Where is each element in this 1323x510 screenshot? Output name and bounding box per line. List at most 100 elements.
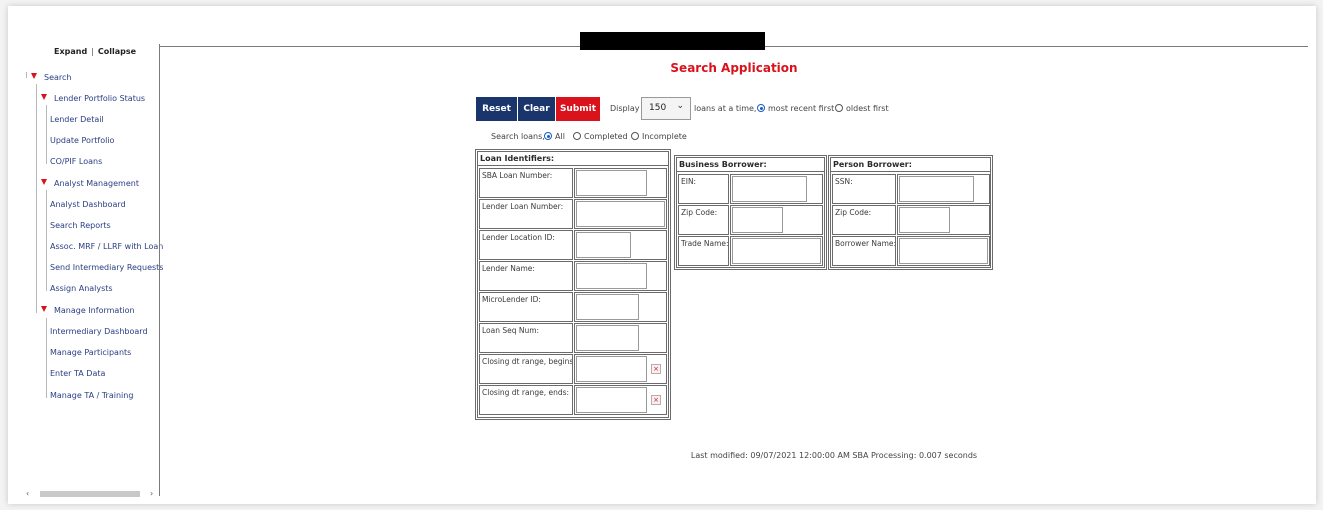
page-title: Search Application — [670, 61, 798, 75]
closing-begins-input[interactable] — [576, 356, 647, 382]
oldest-label[interactable]: oldest first — [846, 104, 889, 113]
lender-location-id-input[interactable] — [576, 232, 631, 258]
filter-all-radio[interactable] — [544, 132, 552, 140]
tree-item-lender-portfolio-status[interactable]: Lender Portfolio Status — [54, 94, 145, 103]
input-cell: × — [574, 354, 667, 384]
ein-label: EIN: — [678, 174, 729, 204]
closing-ends-input[interactable] — [576, 387, 647, 413]
input-cell — [574, 199, 667, 229]
scrollbar-thumb[interactable] — [40, 491, 140, 497]
input-cell — [730, 205, 823, 235]
lender-location-id-label: Lender Location ID: — [479, 230, 573, 260]
borrower-name-label: Borrower Name: — [832, 236, 896, 266]
input-cell — [897, 205, 990, 235]
clear-button[interactable]: Clear — [518, 97, 555, 121]
tree-item-co-pif-loans[interactable]: CO/PIF Loans — [50, 157, 102, 166]
most-recent-label[interactable]: most recent first — [768, 104, 834, 113]
filter-completed-radio[interactable] — [573, 132, 581, 140]
lender-loan-number-label: Lender Loan Number: — [479, 199, 573, 229]
tree-item-lender-detail[interactable]: Lender Detail — [50, 115, 104, 124]
display-label: Display — [610, 104, 640, 113]
sidebar-nav: Expand | Collapse Search Lender Portfolio … — [8, 6, 168, 504]
trade-name-label: Trade Name: — [678, 236, 729, 266]
loans-at-time-label: loans at a time, — [694, 104, 757, 113]
tree-item-search[interactable]: Search — [44, 73, 71, 82]
footer-status: Last modified: 09/07/2021 12:00:00 AM SB… — [690, 451, 978, 460]
sidebar-divider — [159, 44, 160, 496]
scroll-right-icon[interactable]: › — [150, 489, 153, 498]
business-borrower-header: Business Borrower: — [679, 160, 767, 169]
input-cell — [574, 230, 667, 260]
input-cell — [574, 323, 667, 353]
loan-seq-num-label: Loan Seq Num: — [479, 323, 573, 353]
triangle-down-icon[interactable] — [41, 306, 47, 312]
tree-line — [46, 190, 47, 291]
triangle-down-icon[interactable] — [41, 94, 47, 100]
lender-name-input[interactable] — [576, 263, 647, 289]
business-borrower-table: Business Borrower: EIN: Zip Code: Trade … — [674, 155, 827, 270]
tree-item-update-portfolio[interactable]: Update Portfolio — [50, 136, 114, 145]
scroll-left-icon[interactable]: ‹ — [26, 489, 29, 498]
tree-item-analyst-management[interactable]: Analyst Management — [54, 179, 139, 188]
tree-item-send-intermediary-requests[interactable]: Send Intermediary Requests — [50, 263, 163, 272]
closing-ends-label: Closing dt range, ends: — [479, 385, 573, 415]
app-window: Expand | Collapse Search Lender Portfolio … — [8, 6, 1316, 504]
filter-completed-label[interactable]: Completed — [584, 132, 628, 141]
tree-line — [26, 72, 27, 78]
loan-seq-num-input[interactable] — [576, 325, 639, 351]
separator: | — [91, 47, 94, 56]
ssn-label: SSN: — [832, 174, 896, 204]
calendar-icon[interactable]: × — [651, 395, 661, 405]
loan-identifiers-header: Loan Identifiers: — [480, 154, 555, 163]
chevron-down-icon: ⌄ — [676, 101, 684, 111]
business-zip-code-input[interactable] — [732, 207, 783, 233]
filter-incomplete-radio[interactable] — [631, 132, 639, 140]
person-zip-code-input[interactable] — [899, 207, 950, 233]
tree-line — [36, 84, 37, 313]
input-cell — [897, 236, 990, 266]
person-borrower-table: Person Borrower: SSN: Zip Code: Borrower… — [828, 155, 993, 270]
triangle-down-icon[interactable] — [31, 73, 37, 79]
collapse-link[interactable]: Collapse — [98, 47, 136, 56]
lender-loan-number-input[interactable] — [576, 201, 665, 227]
input-cell — [730, 236, 823, 266]
tree-item-analyst-dashboard[interactable]: Analyst Dashboard — [50, 200, 126, 209]
display-count-select[interactable]: 150 ⌄ — [641, 97, 691, 120]
reset-button[interactable]: Reset — [476, 97, 517, 121]
calendar-icon[interactable]: × — [651, 364, 661, 374]
triangle-down-icon[interactable] — [41, 179, 47, 185]
submit-button[interactable]: Submit — [556, 97, 600, 121]
tree-item-assoc-mrf-llrf[interactable]: Assoc. MRF / LLRF with Loan — [50, 242, 163, 251]
sba-loan-number-input[interactable] — [576, 170, 647, 196]
most-recent-radio[interactable] — [757, 104, 765, 112]
tree-item-enter-ta-data[interactable]: Enter TA Data — [50, 369, 105, 378]
sidebar-horizontal-scrollbar[interactable]: ‹ › — [26, 489, 156, 498]
header-divider — [831, 171, 990, 172]
header-divider — [677, 171, 824, 172]
ein-input[interactable] — [732, 176, 807, 202]
tree-item-search-reports[interactable]: Search Reports — [50, 221, 111, 230]
tree-item-manage-ta-training[interactable]: Manage TA / Training — [50, 391, 133, 400]
trade-name-input[interactable] — [732, 238, 821, 264]
borrower-name-input[interactable] — [899, 238, 988, 264]
tree-line — [46, 105, 47, 164]
ssn-input[interactable] — [899, 176, 974, 202]
loan-identifiers-table: Loan Identifiers: SBA Loan Number: Lende… — [475, 149, 671, 420]
microlender-id-input[interactable] — [576, 294, 639, 320]
filter-all-label[interactable]: All — [555, 132, 565, 141]
input-cell: × — [574, 385, 667, 415]
display-count-value: 150 — [649, 103, 667, 113]
business-zip-code-label: Zip Code: — [678, 205, 729, 235]
expand-link[interactable]: Expand — [54, 47, 87, 56]
person-borrower-header: Person Borrower: — [833, 160, 912, 169]
tree-item-intermediary-dashboard[interactable]: Intermediary Dashboard — [50, 327, 148, 336]
header-divider — [478, 165, 668, 166]
closing-begins-label: Closing dt range, begins: — [479, 354, 573, 384]
tree-item-manage-information[interactable]: Manage Information — [54, 306, 135, 315]
search-loans-label: Search loans, — [491, 132, 545, 141]
input-cell — [730, 174, 823, 204]
filter-incomplete-label[interactable]: Incomplete — [642, 132, 687, 141]
tree-item-assign-analysts[interactable]: Assign Analysts — [50, 284, 113, 293]
tree-item-manage-participants[interactable]: Manage Participants — [50, 348, 131, 357]
oldest-radio[interactable] — [835, 104, 843, 112]
